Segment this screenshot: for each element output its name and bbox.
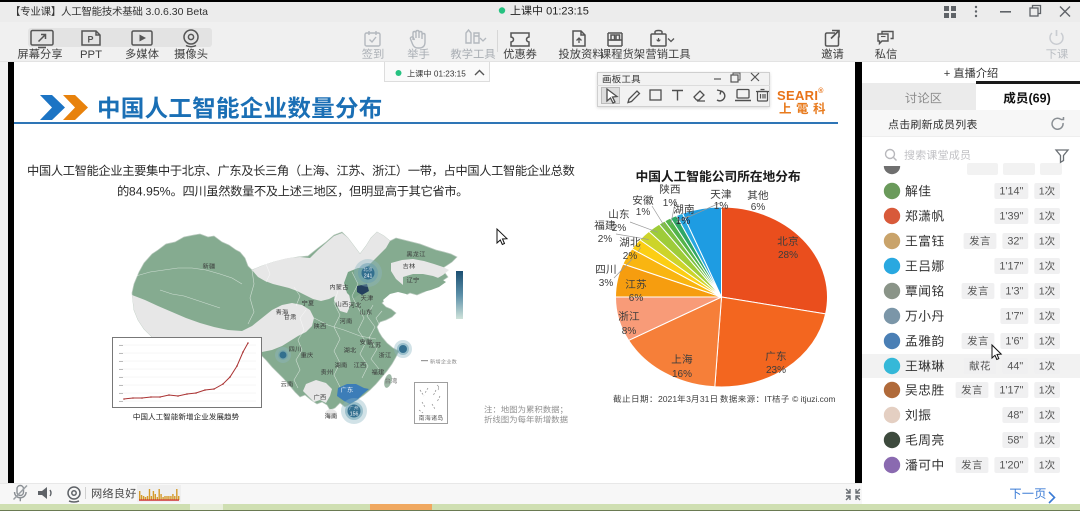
svg-text:1: 1 <box>1039 410 1045 422</box>
svg-text:1: 1 <box>1039 336 1045 348</box>
svg-text:itjuzi.com: itjuzi.com <box>801 394 836 404</box>
svg-text:44": 44" <box>1007 361 1023 373</box>
svg-text:1: 1 <box>1039 286 1045 298</box>
svg-text:IT: IT <box>765 394 772 404</box>
svg-text:1: 1 <box>1039 236 1045 248</box>
svg-text:1: 1 <box>1039 385 1045 397</box>
svg-text:©: © <box>792 394 799 404</box>
svg-text:+: + <box>944 68 951 80</box>
svg-text:1'14": 1'14" <box>999 186 1023 198</box>
svg-text:1'20": 1'20" <box>999 460 1023 472</box>
svg-text:31: 31 <box>700 394 710 404</box>
svg-text:1'17": 1'17" <box>999 261 1023 273</box>
svg-text:1'17": 1'17" <box>999 385 1023 397</box>
svg-text:32": 32" <box>1007 236 1023 248</box>
svg-text:1'7": 1'7" <box>1005 311 1023 323</box>
svg-text:1'6": 1'6" <box>1005 336 1023 348</box>
svg-text:Beta: Beta <box>186 6 208 18</box>
svg-text:1: 1 <box>1039 435 1045 447</box>
svg-text:23%: 23% <box>766 365 786 376</box>
svg-text:8%: 8% <box>622 326 637 337</box>
svg-text:1'39": 1'39" <box>999 211 1023 223</box>
svg-text:16%: 16% <box>672 369 692 380</box>
svg-text:01:23:15: 01:23:15 <box>546 6 589 18</box>
svg-text:1: 1 <box>1039 361 1045 373</box>
svg-text:3%: 3% <box>599 278 614 289</box>
svg-text:48": 48" <box>1007 410 1023 422</box>
svg-text:1%: 1% <box>636 207 651 218</box>
svg-text:(69): (69) <box>1029 92 1051 106</box>
svg-text:2%: 2% <box>612 223 627 234</box>
svg-text:P: P <box>88 35 94 45</box>
svg-text:1%: 1% <box>663 198 678 209</box>
svg-text:1%: 1% <box>676 216 691 227</box>
svg-text:3: 3 <box>686 394 691 404</box>
svg-text:01:23:15: 01:23:15 <box>434 70 466 79</box>
svg-text:1: 1 <box>1039 186 1045 198</box>
svg-text:1: 1 <box>1039 261 1045 273</box>
svg-text:1'3": 1'3" <box>1005 286 1023 298</box>
svg-text:156: 156 <box>350 412 359 418</box>
svg-text:2%: 2% <box>598 234 613 245</box>
svg-text:2%: 2% <box>623 251 638 262</box>
svg-text:2021: 2021 <box>658 394 677 404</box>
svg-text:1%: 1% <box>714 201 729 212</box>
svg-text:28%: 28% <box>778 250 798 261</box>
svg-text:1: 1 <box>1039 311 1045 323</box>
svg-text:241: 241 <box>364 274 373 280</box>
svg-text:3.0.6.30: 3.0.6.30 <box>146 6 184 18</box>
svg-text:1: 1 <box>1039 460 1045 472</box>
svg-text:PPT: PPT <box>80 49 102 61</box>
svg-text:6%: 6% <box>629 293 644 304</box>
svg-text:1: 1 <box>1039 211 1045 223</box>
svg-text:6%: 6% <box>751 202 766 213</box>
svg-text:58": 58" <box>1007 435 1023 447</box>
svg-text:84.95%: 84.95% <box>129 185 171 199</box>
